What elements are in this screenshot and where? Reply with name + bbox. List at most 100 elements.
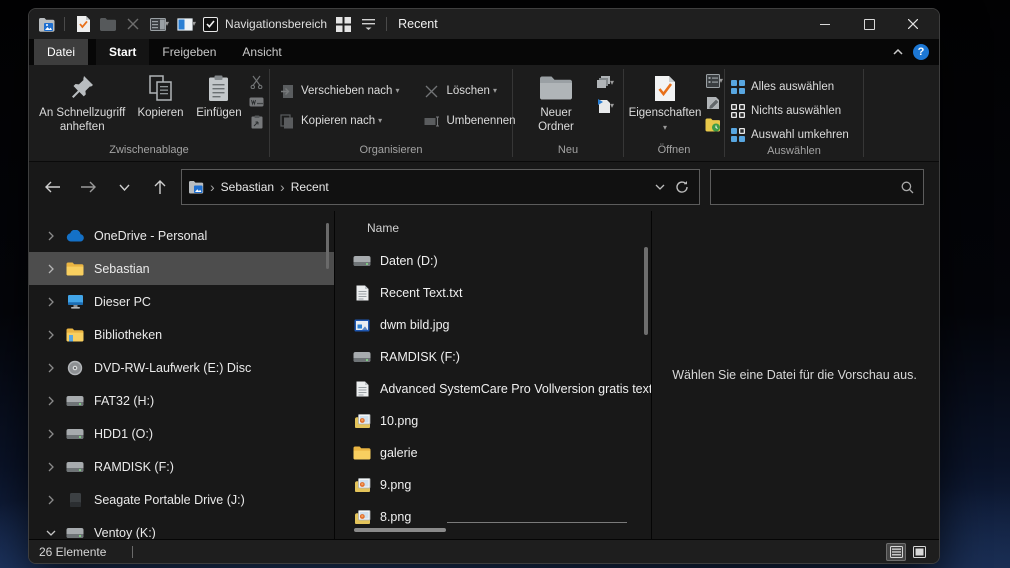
paste-shortcut-button[interactable]: [248, 113, 265, 130]
sidebar-item-dieser-pc[interactable]: Dieser PC: [29, 285, 334, 318]
properties-quick-icon[interactable]: [74, 15, 92, 33]
group-label-clipboard: Zwischenablage: [109, 144, 189, 156]
select-all-button[interactable]: Alles auswählen: [731, 76, 849, 97]
move-to-icon: [278, 83, 295, 100]
minimize-button[interactable]: [803, 9, 847, 39]
delete-quick-icon[interactable]: [124, 15, 142, 33]
file-item-daten[interactable]: Daten (D:): [335, 245, 651, 277]
search-icon[interactable]: [901, 181, 923, 194]
details-view-button[interactable]: [886, 542, 906, 561]
chevron-right-icon[interactable]: [46, 363, 56, 373]
invert-selection-button[interactable]: Auswahl umkehren: [731, 124, 849, 145]
history-button[interactable]: [704, 116, 721, 133]
chevron-right-icon[interactable]: [46, 297, 56, 307]
chevron-right-icon[interactable]: [46, 462, 56, 472]
file-item-recent-text[interactable]: Recent Text.txt: [335, 277, 651, 309]
address-toolbar: › Sebastian › Recent: [29, 162, 939, 212]
edit-button[interactable]: [704, 94, 721, 111]
breadcrumb-recent[interactable]: Recent: [291, 180, 329, 194]
file-item-galerie[interactable]: galerie: [335, 437, 651, 469]
chevron-down-icon[interactable]: [46, 528, 56, 538]
group-label-open: Öffnen: [657, 144, 691, 156]
tab-freigeben[interactable]: Freigeben: [149, 39, 229, 65]
sidebar-item-bibliotheken[interactable]: Bibliotheken: [29, 318, 334, 351]
tab-start[interactable]: Start: [96, 39, 150, 65]
preview-pane-button[interactable]: ▾: [176, 15, 196, 33]
copy-path-button[interactable]: [248, 93, 265, 110]
sidebar-scrollbar[interactable]: [326, 223, 329, 269]
collapse-ribbon-button[interactable]: [893, 49, 903, 55]
file-list-horizontal-scrollbar[interactable]: [354, 528, 446, 532]
sidebar-item-ventoy[interactable]: Ventoy (K:): [29, 516, 334, 539]
paste-button[interactable]: Einfügen: [192, 70, 247, 123]
search-input[interactable]: [711, 180, 901, 194]
window-controls: [803, 9, 935, 39]
chevron-right-icon[interactable]: [46, 429, 56, 439]
copy-icon: [148, 72, 173, 104]
details-pane-button[interactable]: ▾: [149, 15, 169, 33]
sidebar-item-hdd1[interactable]: HDD1 (O:): [29, 417, 334, 450]
properties-button[interactable]: Eigenschaften ▾: [628, 70, 702, 134]
new-folder-button[interactable]: Neuer Ordner: [521, 70, 591, 137]
copy-to-button[interactable]: Kopieren nach ▾: [278, 108, 399, 134]
new-item-button[interactable]: ▾: [595, 97, 614, 114]
rename-button[interactable]: Umbenennen: [423, 108, 516, 134]
sort-icon[interactable]: [359, 15, 377, 33]
navigation-pane-toggle[interactable]: Navigationsbereich: [203, 16, 328, 32]
thumbnail-view-icon: [912, 545, 926, 558]
easy-access-button[interactable]: ▾: [595, 74, 614, 91]
select-none-button[interactable]: Nichts auswählen: [731, 100, 849, 121]
toolbar-separator: [64, 17, 65, 31]
pin-to-quick-access-button[interactable]: An Schnellzugriff anheften: [35, 70, 129, 137]
sidebar-item-onedrive[interactable]: OneDrive - Personal: [29, 219, 334, 252]
text-file-icon: [353, 381, 371, 397]
sidebar-item-label: FAT32 (H:): [94, 393, 155, 408]
delete-button[interactable]: Löschen ▾: [423, 78, 515, 104]
copy-button[interactable]: Kopieren: [131, 70, 189, 123]
close-button[interactable]: [891, 9, 935, 39]
forward-button[interactable]: [73, 172, 103, 202]
chevron-right-icon[interactable]: [46, 495, 56, 505]
navigation-pane-label: Navigationsbereich: [225, 17, 328, 31]
back-button[interactable]: [37, 172, 67, 202]
column-header-name[interactable]: Name: [335, 211, 651, 245]
chevron-right-icon[interactable]: [46, 231, 56, 241]
sidebar-item-sebastian[interactable]: Sebastian: [29, 252, 334, 285]
up-button[interactable]: [145, 172, 175, 202]
recent-locations-button[interactable]: [109, 172, 139, 202]
tab-datei[interactable]: Datei: [34, 39, 89, 65]
drive-icon: [353, 255, 371, 267]
sidebar-item-seagate[interactable]: Seagate Portable Drive (J:): [29, 483, 334, 516]
new-folder-quick-icon[interactable]: [99, 15, 117, 33]
chevron-right-icon[interactable]: [46, 264, 56, 274]
pin-icon: [70, 72, 94, 104]
delete-label: Löschen: [446, 85, 490, 97]
file-item-advanced-systemcare[interactable]: Advanced SystemCare Pro Vollversion grat…: [335, 373, 651, 405]
breadcrumb-sebastian[interactable]: Sebastian: [221, 180, 274, 194]
tab-ansicht[interactable]: Ansicht: [229, 39, 294, 65]
sidebar-item-fat32[interactable]: FAT32 (H:): [29, 384, 334, 417]
help-button[interactable]: ?: [913, 44, 929, 60]
refresh-button[interactable]: [671, 180, 693, 194]
file-name: Advanced SystemCare Pro Vollversion grat…: [380, 382, 652, 396]
open-button[interactable]: ▾: [704, 72, 723, 89]
file-item-dwm-bild[interactable]: dwm bild.jpg: [335, 309, 651, 341]
file-list-vertical-scrollbar[interactable]: [644, 247, 648, 335]
cut-button[interactable]: [248, 73, 265, 90]
invert-selection-icon: [731, 127, 745, 142]
maximize-button[interactable]: [847, 9, 891, 39]
file-item-9-png[interactable]: 9.png: [335, 469, 651, 501]
sidebar-item-ramdisk[interactable]: RAMDISK (F:): [29, 450, 334, 483]
chevron-right-icon[interactable]: [46, 330, 56, 340]
large-icons-view-icon[interactable]: [334, 15, 352, 33]
file-item-ramdisk[interactable]: RAMDISK (F:): [335, 341, 651, 373]
checked-checkbox-icon[interactable]: [203, 16, 219, 32]
address-bar[interactable]: › Sebastian › Recent: [181, 169, 700, 205]
address-dropdown-button[interactable]: [655, 184, 665, 190]
chevron-right-icon[interactable]: [46, 396, 56, 406]
thumbnail-view-button[interactable]: [909, 543, 929, 561]
sidebar-item-dvd-drive[interactable]: DVD-RW-Laufwerk (E:) Disc: [29, 351, 334, 384]
toolbar-separator: [386, 17, 388, 31]
file-item-10-png[interactable]: 10.png: [335, 405, 651, 437]
move-to-button[interactable]: Verschieben nach ▾: [278, 78, 399, 104]
